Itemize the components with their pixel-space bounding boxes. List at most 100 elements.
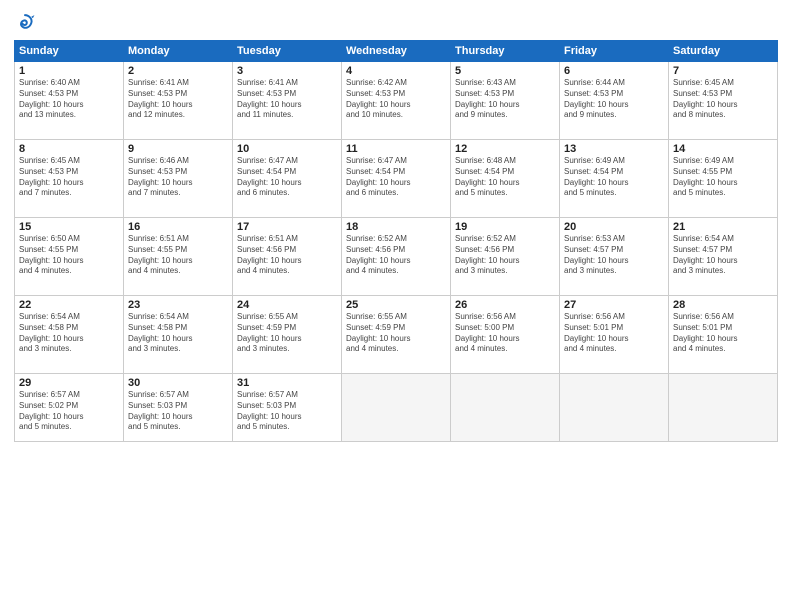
table-row: 21 Sunrise: 6:54 AM Sunset: 4:57 PM Dayl… [669, 218, 778, 296]
day-info: Sunrise: 6:48 AM Sunset: 4:54 PM Dayligh… [455, 156, 555, 199]
day-info: Sunrise: 6:40 AM Sunset: 4:53 PM Dayligh… [19, 78, 119, 121]
day-info: Sunrise: 6:41 AM Sunset: 4:53 PM Dayligh… [128, 78, 228, 121]
table-row: 19 Sunrise: 6:52 AM Sunset: 4:56 PM Dayl… [451, 218, 560, 296]
day-number: 20 [564, 221, 664, 233]
table-row [560, 374, 669, 442]
table-row [451, 374, 560, 442]
day-number: 18 [346, 221, 446, 233]
day-info: Sunrise: 6:56 AM Sunset: 5:00 PM Dayligh… [455, 312, 555, 355]
calendar-table: Sunday Monday Tuesday Wednesday Thursday… [14, 40, 778, 442]
table-row: 28 Sunrise: 6:56 AM Sunset: 5:01 PM Dayl… [669, 296, 778, 374]
day-info: Sunrise: 6:57 AM Sunset: 5:03 PM Dayligh… [237, 390, 337, 433]
day-info: Sunrise: 6:49 AM Sunset: 4:54 PM Dayligh… [564, 156, 664, 199]
day-info: Sunrise: 6:56 AM Sunset: 5:01 PM Dayligh… [673, 312, 773, 355]
day-info: Sunrise: 6:54 AM Sunset: 4:58 PM Dayligh… [19, 312, 119, 355]
table-row: 6 Sunrise: 6:44 AM Sunset: 4:53 PM Dayli… [560, 62, 669, 140]
day-number: 4 [346, 65, 446, 77]
col-thursday: Thursday [451, 41, 560, 62]
day-number: 11 [346, 143, 446, 155]
table-row: 5 Sunrise: 6:43 AM Sunset: 4:53 PM Dayli… [451, 62, 560, 140]
day-info: Sunrise: 6:57 AM Sunset: 5:03 PM Dayligh… [128, 390, 228, 433]
day-number: 27 [564, 299, 664, 311]
col-friday: Friday [560, 41, 669, 62]
day-info: Sunrise: 6:51 AM Sunset: 4:56 PM Dayligh… [237, 234, 337, 277]
day-number: 5 [455, 65, 555, 77]
table-row [669, 374, 778, 442]
day-info: Sunrise: 6:44 AM Sunset: 4:53 PM Dayligh… [564, 78, 664, 121]
day-number: 28 [673, 299, 773, 311]
day-info: Sunrise: 6:41 AM Sunset: 4:53 PM Dayligh… [237, 78, 337, 121]
day-info: Sunrise: 6:45 AM Sunset: 4:53 PM Dayligh… [19, 156, 119, 199]
day-number: 2 [128, 65, 228, 77]
day-number: 15 [19, 221, 119, 233]
day-number: 24 [237, 299, 337, 311]
day-info: Sunrise: 6:47 AM Sunset: 4:54 PM Dayligh… [237, 156, 337, 199]
table-row: 17 Sunrise: 6:51 AM Sunset: 4:56 PM Dayl… [233, 218, 342, 296]
table-row: 26 Sunrise: 6:56 AM Sunset: 5:00 PM Dayl… [451, 296, 560, 374]
day-number: 21 [673, 221, 773, 233]
day-number: 31 [237, 377, 337, 389]
day-number: 14 [673, 143, 773, 155]
table-row: 13 Sunrise: 6:49 AM Sunset: 4:54 PM Dayl… [560, 140, 669, 218]
day-info: Sunrise: 6:47 AM Sunset: 4:54 PM Dayligh… [346, 156, 446, 199]
table-row: 15 Sunrise: 6:50 AM Sunset: 4:55 PM Dayl… [15, 218, 124, 296]
table-row: 31 Sunrise: 6:57 AM Sunset: 5:03 PM Dayl… [233, 374, 342, 442]
table-row: 12 Sunrise: 6:48 AM Sunset: 4:54 PM Dayl… [451, 140, 560, 218]
day-number: 19 [455, 221, 555, 233]
day-info: Sunrise: 6:53 AM Sunset: 4:57 PM Dayligh… [564, 234, 664, 277]
table-row: 24 Sunrise: 6:55 AM Sunset: 4:59 PM Dayl… [233, 296, 342, 374]
day-info: Sunrise: 6:55 AM Sunset: 4:59 PM Dayligh… [237, 312, 337, 355]
day-number: 7 [673, 65, 773, 77]
day-info: Sunrise: 6:46 AM Sunset: 4:53 PM Dayligh… [128, 156, 228, 199]
day-number: 6 [564, 65, 664, 77]
col-wednesday: Wednesday [342, 41, 451, 62]
day-number: 22 [19, 299, 119, 311]
day-info: Sunrise: 6:52 AM Sunset: 4:56 PM Dayligh… [455, 234, 555, 277]
day-number: 29 [19, 377, 119, 389]
table-row: 22 Sunrise: 6:54 AM Sunset: 4:58 PM Dayl… [15, 296, 124, 374]
day-number: 10 [237, 143, 337, 155]
col-saturday: Saturday [669, 41, 778, 62]
day-info: Sunrise: 6:55 AM Sunset: 4:59 PM Dayligh… [346, 312, 446, 355]
calendar-page: Sunday Monday Tuesday Wednesday Thursday… [0, 0, 792, 612]
table-row: 8 Sunrise: 6:45 AM Sunset: 4:53 PM Dayli… [15, 140, 124, 218]
day-info: Sunrise: 6:52 AM Sunset: 4:56 PM Dayligh… [346, 234, 446, 277]
day-number: 3 [237, 65, 337, 77]
table-row: 29 Sunrise: 6:57 AM Sunset: 5:02 PM Dayl… [15, 374, 124, 442]
day-info: Sunrise: 6:45 AM Sunset: 4:53 PM Dayligh… [673, 78, 773, 121]
day-info: Sunrise: 6:54 AM Sunset: 4:58 PM Dayligh… [128, 312, 228, 355]
logo [14, 12, 40, 34]
table-row: 25 Sunrise: 6:55 AM Sunset: 4:59 PM Dayl… [342, 296, 451, 374]
table-row: 3 Sunrise: 6:41 AM Sunset: 4:53 PM Dayli… [233, 62, 342, 140]
table-row: 18 Sunrise: 6:52 AM Sunset: 4:56 PM Dayl… [342, 218, 451, 296]
day-number: 23 [128, 299, 228, 311]
table-row: 7 Sunrise: 6:45 AM Sunset: 4:53 PM Dayli… [669, 62, 778, 140]
table-row: 16 Sunrise: 6:51 AM Sunset: 4:55 PM Dayl… [124, 218, 233, 296]
table-row: 10 Sunrise: 6:47 AM Sunset: 4:54 PM Dayl… [233, 140, 342, 218]
day-number: 1 [19, 65, 119, 77]
header [14, 12, 778, 34]
day-number: 26 [455, 299, 555, 311]
table-row: 11 Sunrise: 6:47 AM Sunset: 4:54 PM Dayl… [342, 140, 451, 218]
table-row [342, 374, 451, 442]
col-tuesday: Tuesday [233, 41, 342, 62]
day-number: 25 [346, 299, 446, 311]
table-row: 1 Sunrise: 6:40 AM Sunset: 4:53 PM Dayli… [15, 62, 124, 140]
day-info: Sunrise: 6:56 AM Sunset: 5:01 PM Dayligh… [564, 312, 664, 355]
table-row: 30 Sunrise: 6:57 AM Sunset: 5:03 PM Dayl… [124, 374, 233, 442]
table-row: 27 Sunrise: 6:56 AM Sunset: 5:01 PM Dayl… [560, 296, 669, 374]
day-info: Sunrise: 6:43 AM Sunset: 4:53 PM Dayligh… [455, 78, 555, 121]
day-info: Sunrise: 6:50 AM Sunset: 4:55 PM Dayligh… [19, 234, 119, 277]
table-row: 23 Sunrise: 6:54 AM Sunset: 4:58 PM Dayl… [124, 296, 233, 374]
day-number: 13 [564, 143, 664, 155]
table-row: 20 Sunrise: 6:53 AM Sunset: 4:57 PM Dayl… [560, 218, 669, 296]
table-row: 2 Sunrise: 6:41 AM Sunset: 4:53 PM Dayli… [124, 62, 233, 140]
day-number: 9 [128, 143, 228, 155]
day-info: Sunrise: 6:49 AM Sunset: 4:55 PM Dayligh… [673, 156, 773, 199]
calendar-header-row: Sunday Monday Tuesday Wednesday Thursday… [15, 41, 778, 62]
day-info: Sunrise: 6:57 AM Sunset: 5:02 PM Dayligh… [19, 390, 119, 433]
col-monday: Monday [124, 41, 233, 62]
table-row: 9 Sunrise: 6:46 AM Sunset: 4:53 PM Dayli… [124, 140, 233, 218]
logo-icon [14, 12, 36, 34]
day-number: 12 [455, 143, 555, 155]
